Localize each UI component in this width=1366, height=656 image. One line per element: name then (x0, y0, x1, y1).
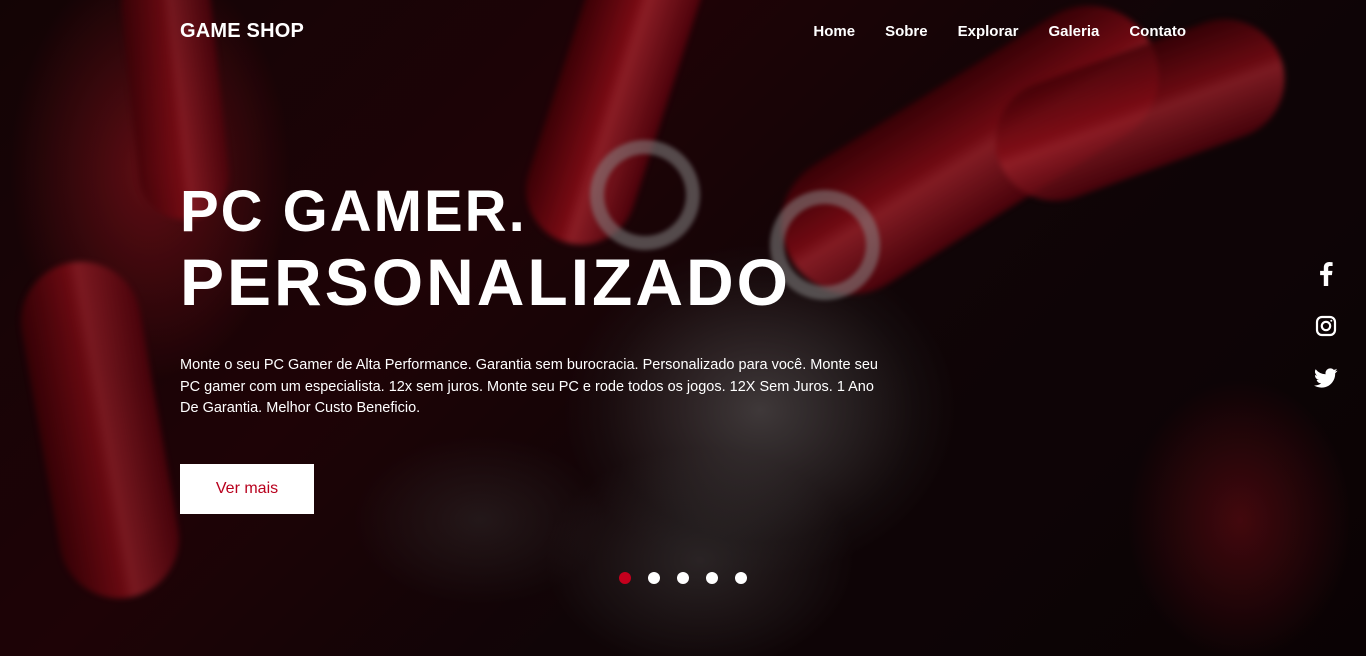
nav-item-galeria[interactable]: Galeria (1048, 23, 1099, 40)
hero-background-image (0, 0, 1366, 656)
slider-dots (619, 572, 747, 584)
hero-title: PC GAMER. PERSONALIZADO (180, 179, 792, 319)
site-logo[interactable]: GAME SHOP (180, 20, 304, 43)
slider-dot-4[interactable] (706, 572, 718, 584)
hero-title-line2: PERSONALIZADO (180, 245, 792, 319)
nav-item-sobre[interactable]: Sobre (885, 23, 928, 40)
slider-dot-5[interactable] (735, 572, 747, 584)
hero-title-line1: PC GAMER. (180, 179, 527, 244)
facebook-icon[interactable] (1314, 262, 1338, 286)
nav-item-contato[interactable]: Contato (1129, 23, 1186, 40)
social-links (1314, 262, 1338, 390)
slider-dot-3[interactable] (677, 572, 689, 584)
nav-item-home[interactable]: Home (813, 23, 855, 40)
hero-description: Monte o seu PC Gamer de Alta Performance… (180, 357, 878, 416)
slider-dot-1[interactable] (619, 572, 631, 584)
slider-dot-2[interactable] (648, 572, 660, 584)
main-nav: Home Sobre Explorar Galeria Contato (813, 23, 1186, 40)
instagram-icon[interactable] (1314, 314, 1338, 338)
ver-mais-button[interactable]: Ver mais (180, 464, 314, 514)
site-header: GAME SHOP Home Sobre Explorar Galeria Co… (180, 18, 1186, 44)
nav-item-explorar[interactable]: Explorar (958, 23, 1019, 40)
twitter-icon[interactable] (1314, 366, 1338, 390)
